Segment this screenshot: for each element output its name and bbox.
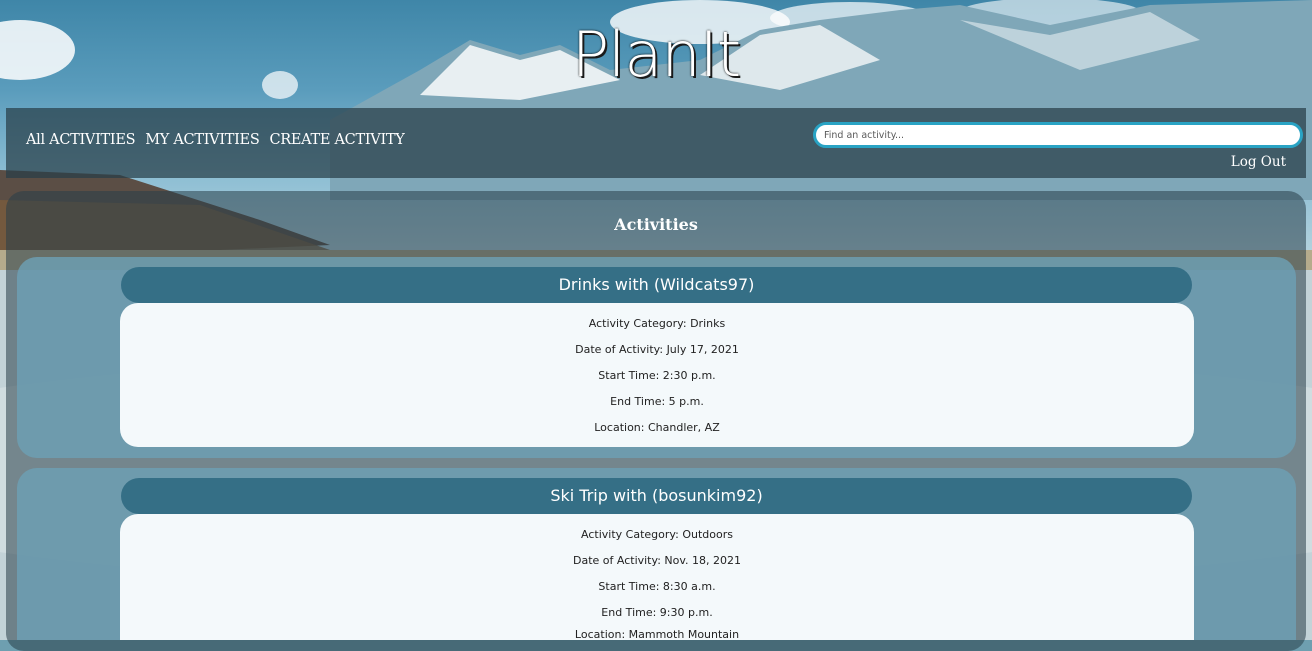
activity-start-time: Start Time: 8:30 a.m. <box>598 580 716 593</box>
activity-card: Drinks with (Wildcats97) Activity Catego… <box>17 257 1296 458</box>
activity-date: Date of Activity: Nov. 18, 2021 <box>572 554 742 567</box>
site-logo-title: PlanIt <box>571 18 742 91</box>
activity-card-details: Activity Category: Drinks Date of Activi… <box>120 303 1194 447</box>
activity-card-title[interactable]: Ski Trip with (bosunkim92) <box>121 478 1192 514</box>
activity-category: Activity Category: Outdoors <box>581 528 733 541</box>
activity-card: Ski Trip with (bosunkim92) Activity Cate… <box>17 468 1296 640</box>
activity-location: Location: Mammoth Mountain <box>574 628 740 640</box>
activity-start-time: Start Time: 2:30 p.m. <box>598 369 716 382</box>
logout-link[interactable]: Log Out <box>1231 154 1286 170</box>
activity-card-title[interactable]: Drinks with (Wildcats97) <box>121 267 1192 303</box>
activity-category: Activity Category: Drinks <box>588 317 726 330</box>
activity-end-time: End Time: 9:30 p.m. <box>601 606 713 619</box>
nav-my-activities-link[interactable]: MY ACTIVITIES <box>145 132 260 148</box>
activity-card-details: Activity Category: Outdoors Date of Acti… <box>120 514 1194 640</box>
top-navbar: All ACTIVITIES MY ACTIVITIES CREATE ACTI… <box>6 108 1306 178</box>
activity-end-time: End Time: 5 p.m. <box>610 395 704 408</box>
activity-date: Date of Activity: July 17, 2021 <box>575 343 739 356</box>
nav-links: All ACTIVITIES MY ACTIVITIES CREATE ACTI… <box>26 132 405 148</box>
nav-all-activities-link[interactable]: All ACTIVITIES <box>26 132 136 148</box>
activity-search-input[interactable] <box>813 122 1303 148</box>
nav-create-activity-link[interactable]: CREATE ACTIVITY <box>269 132 404 148</box>
activities-heading: Activities <box>614 215 698 234</box>
activity-location: Location: Chandler, AZ <box>594 421 720 434</box>
